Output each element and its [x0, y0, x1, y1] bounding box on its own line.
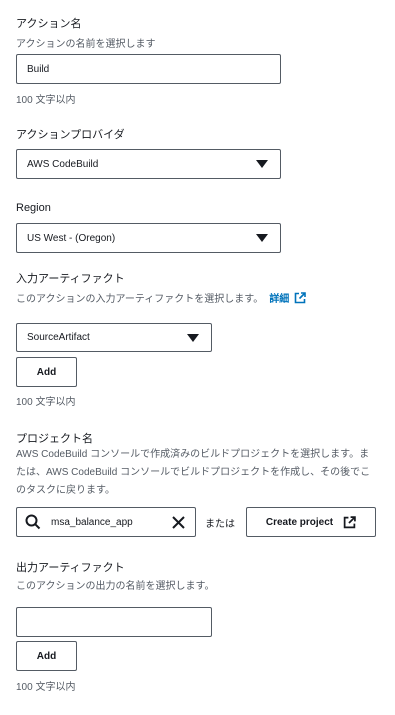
- project-search-value: msa_balance_app: [51, 516, 133, 528]
- action-name-description: アクションの名前を選択します: [16, 39, 156, 50]
- action-name-label: アクション名: [16, 18, 82, 30]
- action-provider-value: AWS CodeBuild: [27, 158, 99, 170]
- external-link-icon: [343, 515, 356, 528]
- action-provider-label: アクションプロバイダ: [16, 129, 125, 141]
- or-text: または: [205, 519, 235, 530]
- search-icon: [25, 514, 41, 530]
- action-name-value: Build: [27, 63, 50, 75]
- action-name-input[interactable]: Build: [16, 54, 281, 84]
- output-artifacts-label: 出力アーティファクト: [16, 562, 125, 574]
- output-artifact-input[interactable]: [16, 607, 212, 637]
- create-project-button[interactable]: Create project: [246, 507, 376, 537]
- input-artifact-select[interactable]: SourceArtifact: [16, 323, 212, 352]
- clear-icon[interactable]: [171, 515, 186, 530]
- project-name-description: AWS CodeBuild コンソールで作成済みのビルドプロジェクトを選択します…: [16, 449, 371, 496]
- input-artifacts-description: このアクションの入力アーティファクトを選択します。: [16, 294, 264, 305]
- input-artifact-value: SourceArtifact: [27, 332, 90, 343]
- add-output-artifact-button[interactable]: Add: [16, 641, 77, 671]
- external-link-icon[interactable]: [294, 291, 307, 304]
- input-artifacts-description-row: このアクションの入力アーティファクトを選択します。 詳細: [16, 290, 307, 305]
- chevron-down-icon: [256, 234, 268, 242]
- chevron-down-icon: [256, 160, 268, 168]
- add-input-artifact-button[interactable]: Add: [16, 357, 77, 387]
- output-artifacts-description: このアクションの出力の名前を選択します。: [16, 581, 215, 592]
- create-project-label: Create project: [265, 516, 334, 528]
- info-link[interactable]: 詳細: [269, 290, 289, 305]
- action-name-constraint: 100 文字以内: [16, 95, 76, 106]
- region-label: Region: [16, 202, 51, 214]
- region-select[interactable]: US West - (Oregon): [16, 223, 281, 253]
- input-artifacts-label: 入力アーティファクト: [16, 273, 125, 285]
- output-artifacts-constraint: 100 文字以内: [16, 682, 76, 693]
- region-value: US West - (Oregon): [27, 232, 116, 244]
- input-artifacts-constraint: 100 文字以内: [16, 397, 76, 408]
- chevron-down-icon: [187, 333, 199, 342]
- project-name-label: プロジェクト名: [16, 433, 93, 445]
- action-provider-select[interactable]: AWS CodeBuild: [16, 149, 281, 179]
- project-search-input[interactable]: msa_balance_app: [16, 507, 196, 537]
